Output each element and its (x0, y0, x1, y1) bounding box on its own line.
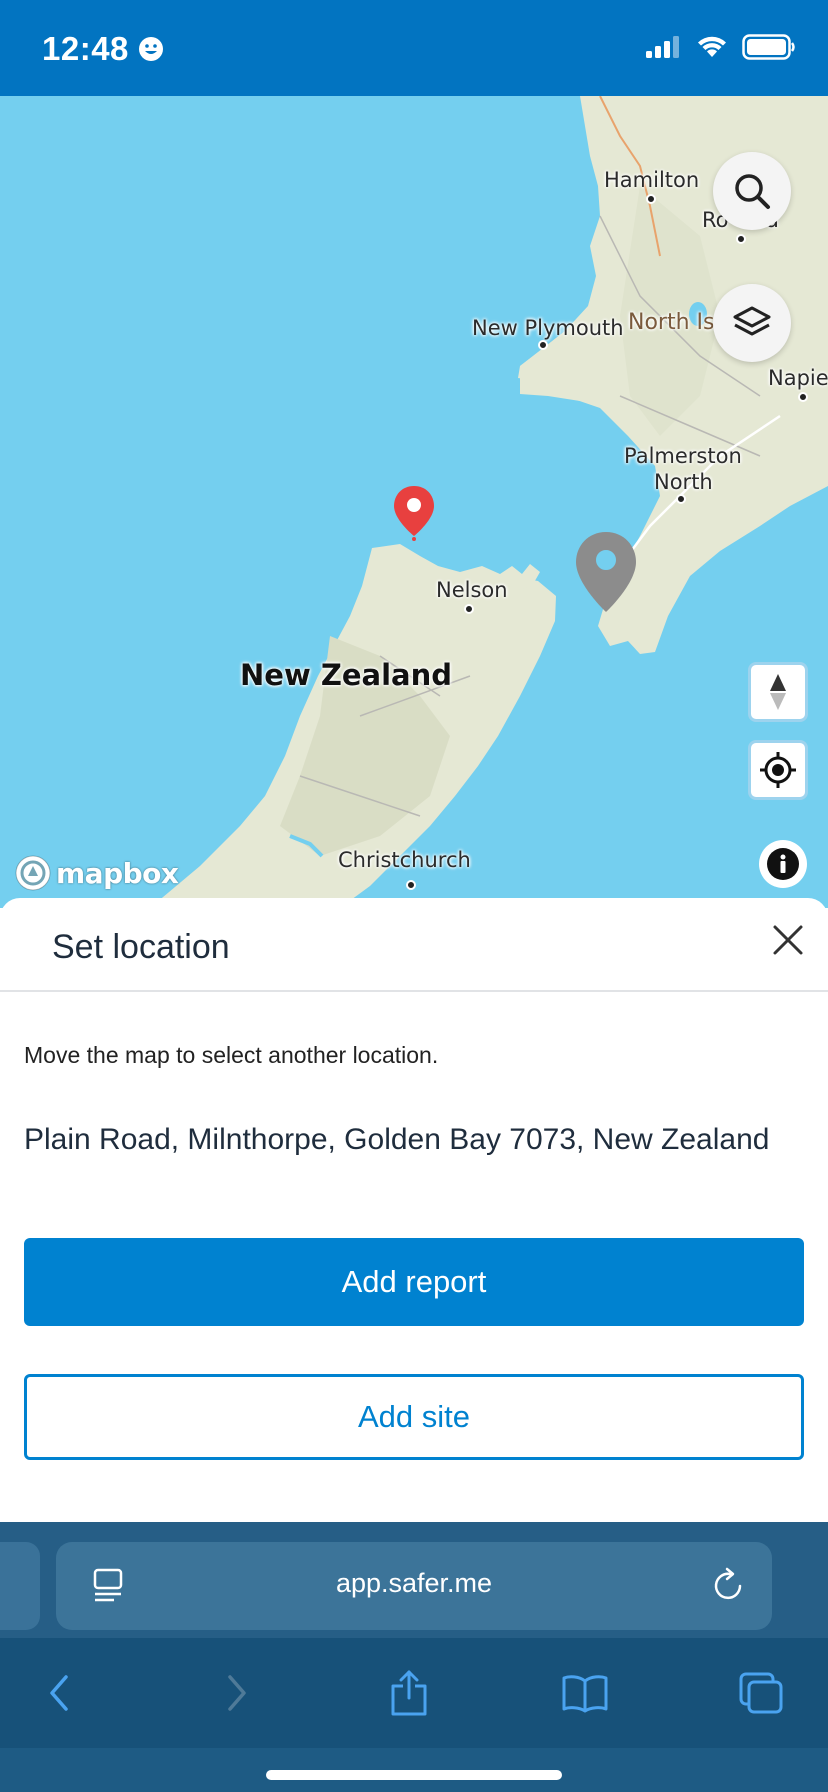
close-icon[interactable] (770, 922, 806, 958)
back-icon (50, 1675, 68, 1711)
share-icon (391, 1670, 427, 1716)
address-bar-area: app.safer.me (0, 1522, 828, 1638)
url-text[interactable]: app.safer.me (56, 1568, 772, 1599)
search-icon (735, 174, 770, 209)
sheet-title: Set location (52, 928, 230, 966)
hint-text: Move the map to select another location. (24, 1042, 439, 1068)
battery-icon (742, 34, 795, 60)
home-indicator (266, 1770, 562, 1780)
back-button[interactable] (34, 1668, 84, 1718)
label-new-zealand: New Zealand (240, 658, 453, 692)
city-dot (676, 494, 686, 504)
label-north-island: North Is (628, 310, 715, 335)
city-dot (464, 604, 474, 614)
compass-button[interactable] (748, 662, 808, 722)
city-dot (646, 194, 656, 204)
city-dot (406, 880, 416, 890)
label-new-plymouth: New Plymouth (472, 316, 624, 340)
city-dot (798, 392, 808, 402)
mapbox-logo[interactable]: mapbox (14, 854, 179, 892)
map-search-button[interactable] (713, 152, 791, 230)
locate-icon (760, 752, 796, 788)
compass-icon (770, 674, 786, 710)
info-icon (767, 848, 799, 880)
previous-tab-stub[interactable] (0, 1542, 40, 1630)
label-nelson: Nelson (436, 578, 508, 602)
add-site-button[interactable]: Add site (24, 1374, 804, 1460)
label-palmerston: Palmerston (624, 444, 742, 468)
status-time: 12:48 (42, 30, 129, 67)
wifi-icon (698, 36, 726, 57)
status-bar: 12:48 (0, 0, 828, 96)
smiley-icon (139, 37, 163, 61)
map-layers-button[interactable] (713, 284, 791, 362)
mapbox-mark-icon (15, 855, 51, 891)
sheet-header: Set location (0, 898, 828, 992)
locate-me-button[interactable] (748, 740, 808, 800)
label-hamilton: Hamilton (604, 168, 700, 192)
browser-toolbar: app.safer.me (0, 1522, 828, 1792)
tabs-button[interactable] (736, 1668, 786, 1718)
status-icons (646, 34, 796, 60)
set-location-sheet: Set location Move the map to select anot… (0, 898, 828, 1522)
selected-location-pin (394, 486, 434, 541)
map-view[interactable]: Hamilton Ro a New Plymouth North Is Napi… (0, 96, 828, 908)
label-napier: Napier (768, 366, 828, 390)
share-button[interactable] (384, 1668, 434, 1718)
city-dot (736, 234, 746, 244)
cellular-signal-icon (646, 36, 679, 58)
add-report-button[interactable]: Add report (24, 1238, 804, 1326)
city-dot (538, 340, 548, 350)
reload-icon[interactable] (710, 1566, 746, 1604)
forward-icon (228, 1675, 246, 1711)
label-palmerston-north: North (654, 470, 713, 494)
tabs-icon (739, 1672, 783, 1714)
layers-icon (733, 306, 771, 336)
bookmarks-button[interactable] (560, 1668, 610, 1718)
selected-address: Plain Road, Milnthorpe, Golden Bay 7073,… (24, 1123, 770, 1156)
browser-nav-row (0, 1638, 828, 1748)
forward-button[interactable] (212, 1668, 262, 1718)
bookmarks-icon (562, 1675, 608, 1713)
address-bar[interactable]: app.safer.me (56, 1542, 772, 1630)
mapbox-wordmark: mapbox (56, 856, 179, 890)
label-christchurch: Christchurch (338, 848, 471, 872)
map-info-button[interactable] (759, 840, 807, 888)
